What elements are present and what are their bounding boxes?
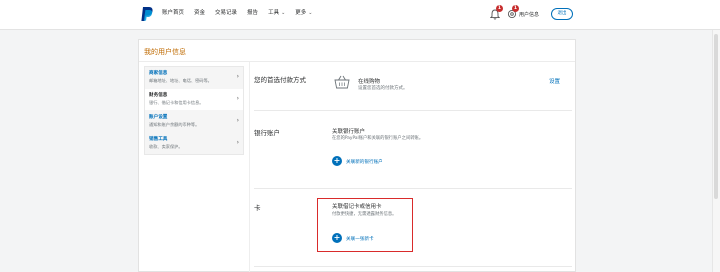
nav-more[interactable]: 更多 ⌄	[295, 9, 312, 17]
plus-icon[interactable]: +	[332, 156, 342, 166]
nav-reports[interactable]: 报告	[247, 9, 258, 17]
link-bank-title: 关联银行账户	[332, 129, 366, 135]
notification-badge: 1	[496, 5, 503, 12]
set-preferred-link[interactable]: 设置	[549, 77, 560, 85]
paypal-logo-icon[interactable]	[140, 6, 154, 22]
link-bank-desc: 在您的PayPal账户和关联的银行账户之间转账。	[332, 136, 424, 141]
chevron-right-icon: ›	[236, 95, 239, 102]
settings-sidebar: 商家信息 邮箱地址、地址、电话、密码等。 › 财务信息 银行、借记卡和信用卡信息…	[144, 66, 244, 155]
shopping-basket-icon	[334, 75, 350, 89]
highlight-annotation-box	[317, 198, 413, 252]
cards-title: 卡	[254, 204, 261, 212]
sidebar-item-account-settings[interactable]: 账户设置 通知和账户余额的币种等。 ›	[145, 111, 243, 132]
nav-funds-label: 资金	[194, 10, 206, 16]
chevron-right-icon: ›	[236, 117, 239, 124]
top-navigation-bar: 账户首页 资金 交易记录 报告 工具 ⌄ 更多 ⌄ 1 1 用户信息 退出	[0, 0, 720, 30]
sidebar-item-subtitle: 收款、卖家保护。	[149, 144, 183, 149]
column-divider	[249, 62, 250, 272]
chevron-down-icon: ⌄	[308, 10, 313, 16]
nav-reports-label: 报告	[247, 10, 259, 16]
sidebar-item-title: 账户设置	[149, 115, 168, 120]
user-info-link[interactable]: 用户信息	[519, 11, 539, 18]
logout-button[interactable]: 退出	[551, 8, 573, 20]
main-nav: 账户首页 资金 交易记录 报告 工具 ⌄ 更多 ⌄	[162, 9, 323, 17]
sidebar-item-title: 销售工具	[149, 137, 168, 142]
sidebar-item-business-info[interactable]: 商家信息 邮箱地址、地址、电话、密码等。 ›	[145, 67, 243, 88]
section-divider	[254, 188, 572, 189]
chevron-right-icon: ›	[236, 139, 239, 146]
sidebar-item-title: 商家信息	[149, 71, 168, 76]
sidebar-item-subtitle: 银行、借记卡和信用卡信息。	[149, 100, 204, 105]
settings-badge: 1	[512, 5, 519, 12]
sidebar-item-subtitle: 通知和账户余额的币种等。	[149, 122, 200, 127]
nav-funds[interactable]: 资金	[194, 9, 205, 17]
preferred-payment-title: 您的首选付款方式	[254, 76, 306, 84]
bank-accounts-title: 银行账户	[254, 129, 280, 137]
link-new-bank-link[interactable]: 关联新的银行账户	[346, 159, 383, 165]
sidebar-item-title: 财务信息	[149, 93, 168, 98]
title-divider	[139, 61, 575, 62]
nav-tools[interactable]: 工具 ⌄	[268, 9, 285, 17]
page-title: 我的用户信息	[144, 48, 186, 56]
section-divider	[254, 110, 572, 111]
sidebar-item-sales-tools[interactable]: 销售工具 收款、卖家保护。 ›	[145, 133, 243, 154]
chevron-down-icon: ⌄	[281, 10, 286, 16]
sidebar-item-subtitle: 邮箱地址、地址、电话、密码等。	[149, 78, 212, 83]
chevron-right-icon: ›	[236, 73, 239, 80]
nav-tools-label: 工具	[268, 10, 280, 16]
sidebar-item-financial-info[interactable]: 财务信息 银行、借记卡和信用卡信息。 ›	[145, 89, 243, 110]
nav-account-home[interactable]: 账户首页	[162, 9, 184, 17]
scrollbar-thumb[interactable]	[714, 34, 718, 199]
nav-more-label: 更多	[295, 10, 307, 16]
nav-transactions-label: 交易记录	[215, 10, 238, 16]
nav-account-home-label: 账户首页	[162, 10, 185, 16]
section-divider	[254, 266, 572, 267]
nav-transactions[interactable]: 交易记录	[215, 9, 237, 17]
online-shopping-label: 在线购物	[358, 79, 381, 85]
user-info-card: 我的用户信息 商家信息 邮箱地址、地址、电话、密码等。 › 财务信息 银行、借记…	[138, 39, 576, 272]
online-shopping-desc: 设置您首选的付款方式。	[358, 86, 408, 91]
